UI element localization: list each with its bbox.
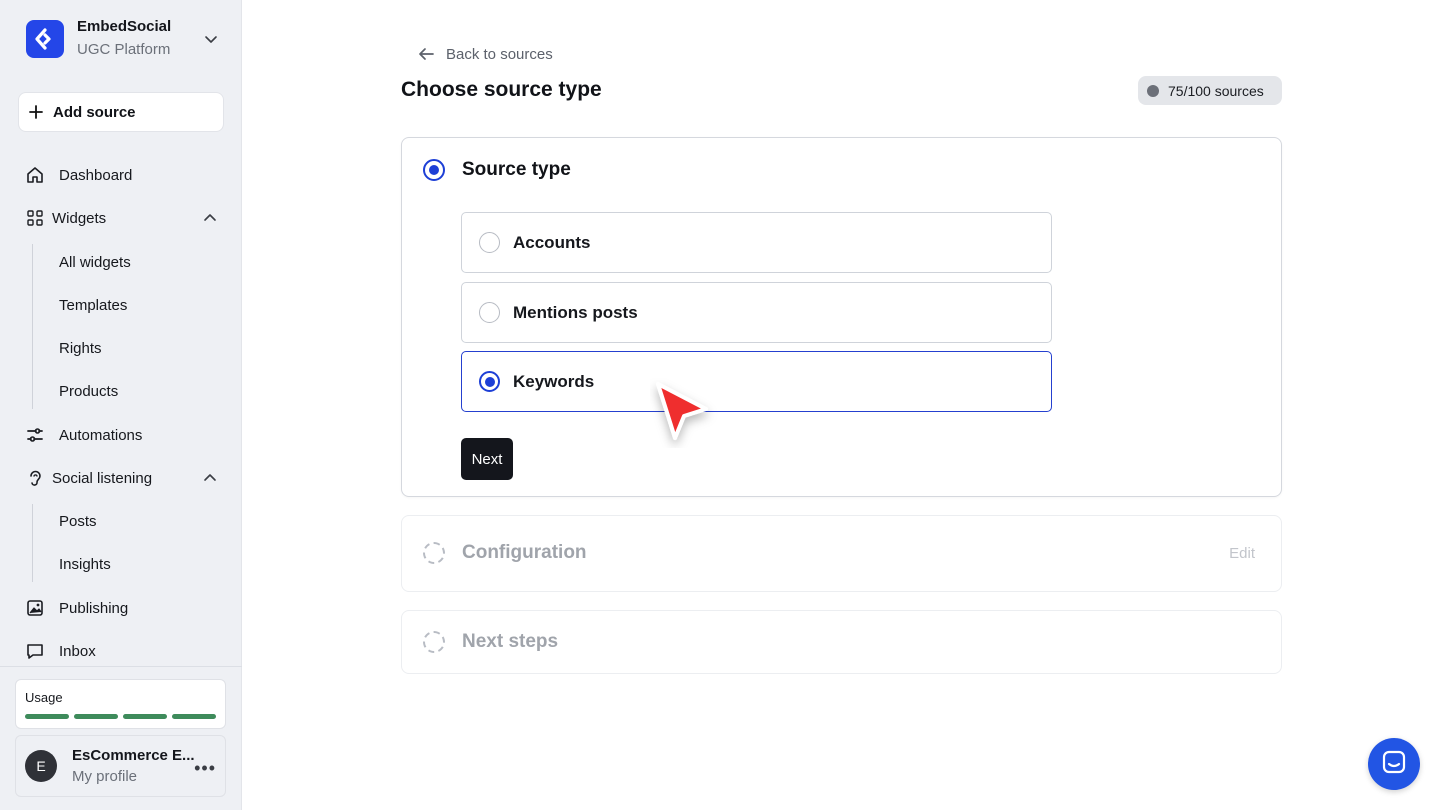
image-icon — [24, 597, 46, 619]
step-active-indicator — [423, 159, 445, 181]
sidebar-item-widgets[interactable]: Widgets — [24, 206, 106, 230]
next-button[interactable]: Next — [461, 438, 513, 480]
option-label: Accounts — [513, 232, 591, 252]
grid-icon — [24, 207, 46, 229]
radio-button[interactable] — [479, 232, 500, 253]
sidebar-item-social-listening[interactable]: Social listening — [24, 466, 152, 490]
usage-bar-segment — [74, 714, 118, 719]
sidebar-item-insights[interactable]: Insights — [59, 552, 111, 576]
sidebar-item-dashboard[interactable]: Dashboard — [24, 163, 132, 187]
sidebar-item-publishing[interactable]: Publishing — [24, 596, 128, 620]
brand-logo — [26, 20, 64, 58]
sidebar-item-templates[interactable]: Templates — [59, 293, 127, 317]
usage-bar-segment — [123, 714, 167, 719]
radio-button[interactable] — [479, 302, 500, 323]
profile-subtitle: My profile — [72, 768, 138, 785]
tree-line — [32, 244, 33, 409]
status-dot — [1147, 84, 1159, 97]
source-quota-badge: 75/100 sources — [1138, 76, 1282, 105]
sidebar-item-label: Inbox — [59, 642, 96, 660]
profile-name: EsCommerce E... — [72, 747, 195, 764]
usage-bar-segment — [172, 714, 216, 719]
add-source-label: Add source — [53, 103, 136, 121]
edit-link[interactable]: Edit — [1229, 545, 1255, 562]
tree-line — [32, 504, 33, 582]
back-link-label: Back to sources — [446, 45, 553, 63]
brand-switcher[interactable]: EmbedSocial UGC Platform — [26, 18, 226, 60]
automation-icon — [24, 424, 46, 446]
step-title: Source type — [462, 159, 571, 180]
step-source-type: Source type Accounts Mentions posts Keyw… — [401, 137, 1282, 497]
sidebar-item-label: Automations — [59, 426, 143, 444]
more-icon[interactable]: ••• — [194, 758, 216, 779]
brand-subtitle: UGC Platform — [77, 41, 171, 58]
sidebar-item-label: Social listening — [52, 469, 153, 487]
step-pending-indicator — [423, 542, 445, 564]
radio-button-selected[interactable] — [479, 371, 500, 392]
embedsocial-logo-icon — [35, 28, 51, 50]
back-to-sources-link[interactable]: Back to sources — [416, 44, 553, 64]
option-accounts[interactable]: Accounts — [461, 212, 1052, 273]
avatar: E — [25, 750, 57, 782]
sidebar-item-automations[interactable]: Automations — [24, 423, 142, 447]
sidebar-item-rights[interactable]: Rights — [59, 336, 102, 360]
home-icon — [24, 164, 46, 186]
sidebar-item-all-widgets[interactable]: All widgets — [59, 250, 131, 274]
option-label: Mentions posts — [513, 302, 638, 322]
chevron-up-icon[interactable] — [201, 469, 219, 487]
profile-card[interactable]: E EsCommerce E... My profile ••• — [15, 735, 226, 797]
usage-bar-segment — [25, 714, 69, 719]
usage-bars — [25, 714, 216, 719]
step-configuration[interactable]: Configuration Edit — [401, 515, 1282, 592]
step-title: Configuration — [462, 542, 587, 563]
option-keywords[interactable]: Keywords — [461, 351, 1052, 412]
sidebar-item-label: Publishing — [59, 599, 129, 617]
option-label: Keywords — [513, 371, 595, 391]
chevron-up-icon[interactable] — [201, 209, 219, 227]
chat-bubble-icon — [24, 640, 46, 662]
sidebar-item-inbox[interactable]: Inbox — [24, 639, 96, 663]
page-title: Choose source type — [401, 78, 602, 101]
step-next-steps[interactable]: Next steps — [401, 610, 1282, 674]
sidebar-item-label: Widgets — [52, 209, 107, 227]
chevron-down-icon[interactable] — [202, 30, 220, 53]
support-chat-button[interactable] — [1368, 738, 1420, 790]
step-title: Next steps — [462, 631, 559, 652]
usage-card[interactable]: Usage — [15, 679, 226, 729]
sidebar-item-posts[interactable]: Posts — [59, 509, 97, 533]
sidebar-item-label: Dashboard — [59, 166, 133, 184]
cursor-icon — [650, 378, 720, 453]
brand-name: EmbedSocial — [77, 18, 172, 35]
add-source-button[interactable]: Add source — [18, 92, 224, 132]
sidebar-item-products[interactable]: Products — [59, 379, 118, 403]
usage-title: Usage — [25, 690, 63, 705]
quota-label: 75/100 sources — [1168, 82, 1264, 99]
sidebar: EmbedSocial UGC Platform Add source Dash… — [0, 0, 242, 810]
plus-icon — [27, 103, 45, 121]
messenger-icon — [1381, 749, 1407, 780]
arrow-left-icon — [416, 44, 436, 64]
step-pending-indicator — [423, 631, 445, 653]
option-mentions-posts[interactable]: Mentions posts — [461, 282, 1052, 343]
ear-icon — [24, 467, 46, 489]
